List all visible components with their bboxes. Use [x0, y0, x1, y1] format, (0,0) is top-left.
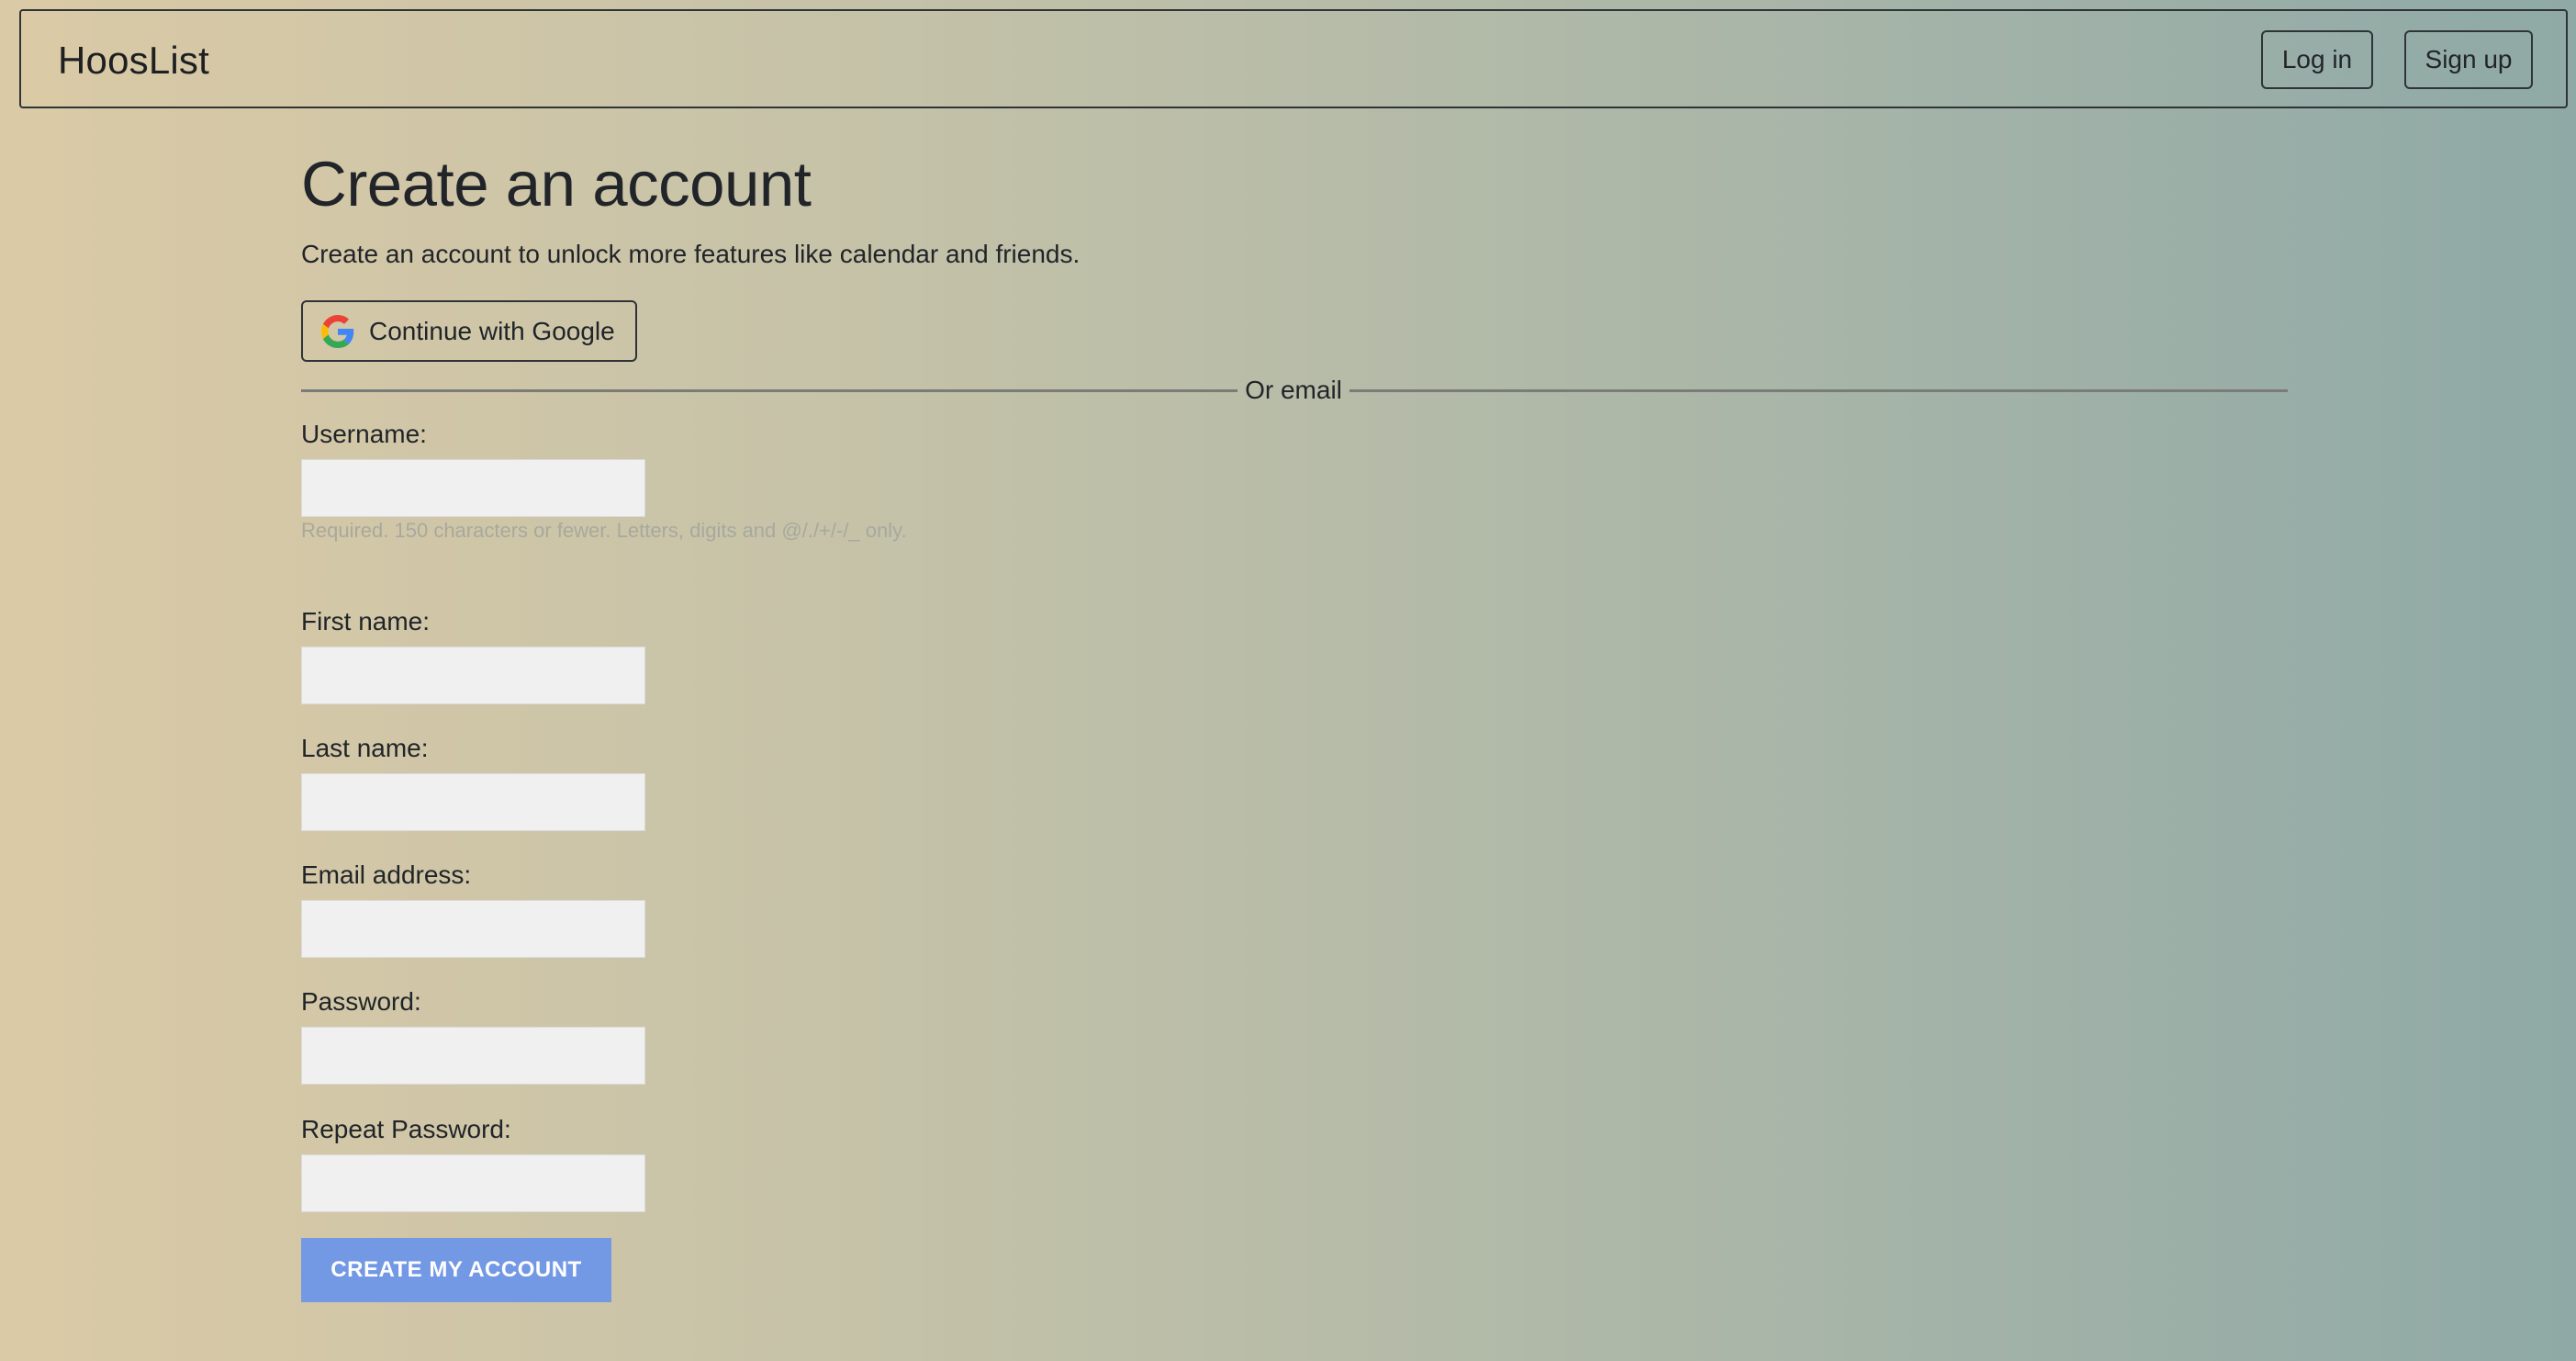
username-help-text: Required. 150 characters or fewer. Lette…: [301, 519, 907, 542]
password-label: Password:: [301, 987, 421, 1016]
password-input[interactable]: [301, 1027, 645, 1085]
divider-line-right: [1350, 389, 2288, 392]
page-subtitle: Create an account to unlock more feature…: [301, 240, 1081, 268]
or-email-divider: Or email: [301, 373, 2288, 408]
last-name-input[interactable]: [301, 773, 645, 831]
email-label: Email address:: [301, 860, 472, 889]
divider-text: Or email: [1245, 376, 1342, 404]
login-button[interactable]: Log in: [2261, 30, 2373, 89]
page-title: Create an account: [301, 149, 812, 219]
username-label: Username:: [301, 420, 427, 448]
repeat-password-label: Repeat Password:: [301, 1115, 511, 1143]
first-name-input[interactable]: [301, 647, 645, 704]
first-name-label: First name:: [301, 607, 431, 636]
repeat-password-input[interactable]: [301, 1154, 645, 1212]
google-button-label: Continue with Google: [369, 316, 615, 345]
google-g-icon: [321, 314, 354, 348]
continue-with-google-button[interactable]: Continue with Google: [301, 300, 637, 362]
last-name-label: Last name:: [301, 734, 429, 762]
divider-line-left: [301, 389, 1238, 392]
username-input[interactable]: [301, 459, 645, 517]
email-input[interactable]: [301, 900, 645, 958]
brand-logo-text[interactable]: HoosList: [58, 39, 209, 83]
signup-button[interactable]: Sign up: [2404, 30, 2533, 89]
top-navbar: HoosList Log in Sign up: [19, 9, 2568, 108]
create-account-button[interactable]: Create my account: [301, 1238, 611, 1302]
